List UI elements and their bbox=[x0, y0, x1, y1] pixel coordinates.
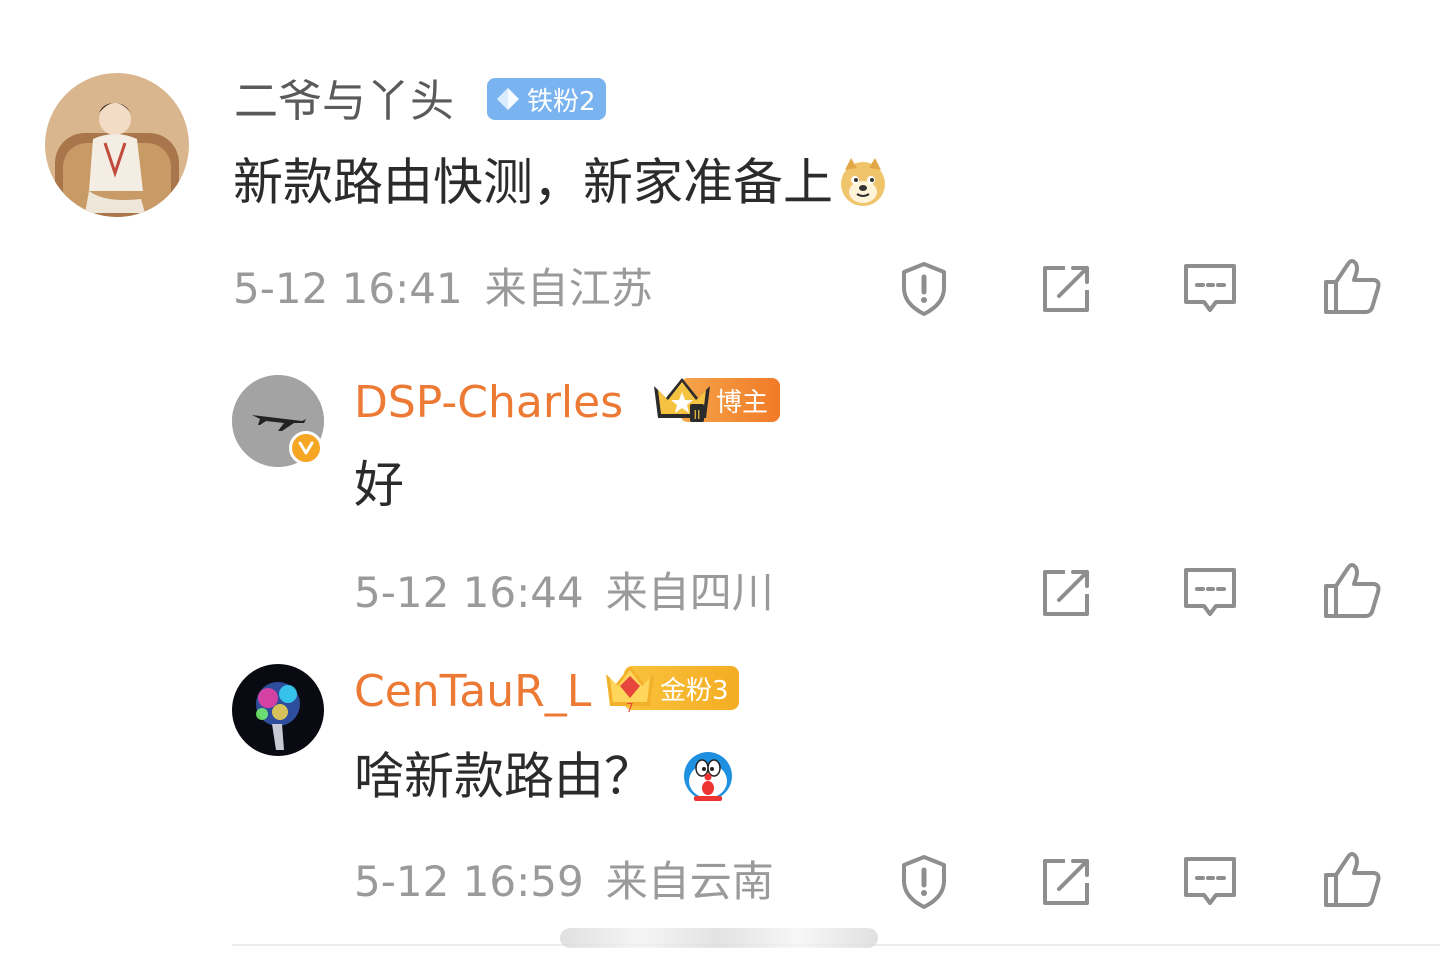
reply-time: 5-12 16:59 bbox=[354, 857, 584, 906]
comment-icon[interactable] bbox=[1180, 562, 1240, 622]
verified-icon bbox=[289, 431, 323, 465]
comment-location: 来自江苏 bbox=[484, 264, 653, 313]
report-icon[interactable] bbox=[894, 258, 954, 318]
comment-body: 新款路由快测，新家准备上 bbox=[233, 153, 833, 212]
doge-emoji-icon bbox=[837, 156, 889, 216]
reply-time: 5-12 16:44 bbox=[354, 568, 584, 617]
like-icon[interactable] bbox=[1322, 849, 1382, 909]
reply-text: 啥新款路由？ bbox=[354, 750, 734, 810]
share-icon[interactable] bbox=[1037, 562, 1097, 622]
reply-meta: 5-12 16:44 来自四川 bbox=[354, 572, 774, 614]
comment-username[interactable]: 二爷与丫头 bbox=[234, 80, 454, 124]
comment-meta: 5-12 16:41 来自江苏 bbox=[233, 268, 653, 310]
report-icon[interactable] bbox=[894, 851, 954, 911]
badge-label: 博主 bbox=[716, 387, 769, 418]
badge-label: 铁粉2 bbox=[527, 86, 596, 117]
share-icon[interactable] bbox=[1037, 851, 1097, 911]
comment-icon[interactable] bbox=[1180, 258, 1240, 318]
reply-username[interactable]: CenTauR_L bbox=[354, 670, 591, 714]
doraemon-emoji-icon bbox=[682, 750, 734, 810]
reply-location: 来自四川 bbox=[605, 568, 774, 617]
reply-meta: 5-12 16:59 来自云南 bbox=[354, 861, 774, 903]
avatar[interactable] bbox=[232, 664, 324, 756]
comment-thread: 二爷与丫头 铁粉2 新款路由快测，新家准备上 5-12 16:41 来自江苏 D… bbox=[0, 0, 1440, 964]
share-icon[interactable] bbox=[1037, 258, 1097, 318]
reply-text: 好 bbox=[354, 456, 404, 514]
fan-level-badge[interactable]: 铁粉2 bbox=[487, 78, 606, 120]
avatar[interactable] bbox=[45, 73, 189, 217]
crown-icon: II bbox=[650, 374, 714, 426]
like-icon[interactable] bbox=[1322, 560, 1382, 620]
comment-text: 新款路由快测，新家准备上 bbox=[233, 156, 889, 216]
comment-time: 5-12 16:41 bbox=[233, 264, 463, 313]
svg-text:II: II bbox=[693, 408, 700, 422]
obscured-text bbox=[560, 928, 878, 948]
like-icon[interactable] bbox=[1322, 256, 1382, 316]
diamond-icon bbox=[497, 88, 519, 110]
reply-body: 啥新款路由？ bbox=[354, 747, 654, 806]
badge-label: 金粉3 bbox=[660, 675, 729, 706]
svg-text:7: 7 bbox=[626, 701, 634, 714]
reply-location: 来自云南 bbox=[605, 857, 774, 906]
reply-username[interactable]: DSP-Charles bbox=[354, 381, 623, 425]
gold-fan-crown-icon: 7 bbox=[602, 660, 658, 715]
comment-icon[interactable] bbox=[1180, 851, 1240, 911]
